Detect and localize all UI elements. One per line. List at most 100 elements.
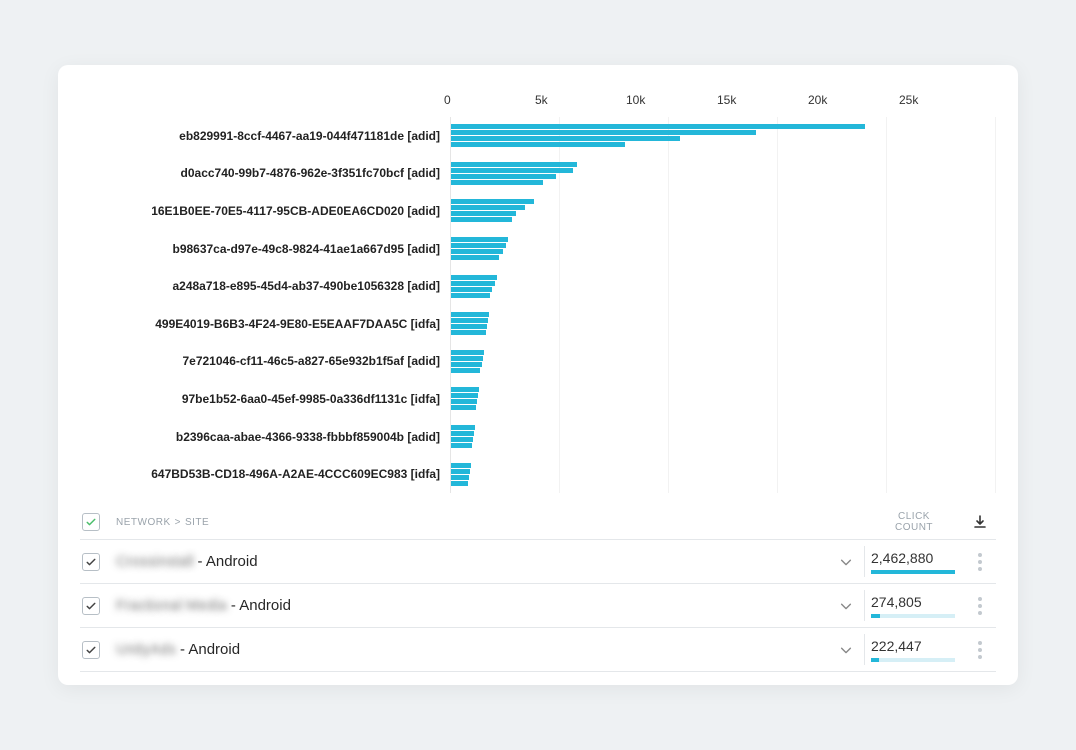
- row-checkbox[interactable]: [82, 597, 100, 615]
- bar: [451, 481, 468, 486]
- y-tick-label: 647BD53B-CD18-496A-A2AE-4CCC609EC983 [id…: [80, 455, 440, 493]
- network-name: UnityAds - Android: [116, 641, 828, 658]
- bar: [451, 405, 476, 410]
- row-checkbox[interactable]: [82, 553, 100, 571]
- expand-row[interactable]: [828, 555, 864, 569]
- check-icon: [85, 516, 97, 528]
- expand-row[interactable]: [828, 643, 864, 657]
- bar: [451, 168, 573, 173]
- click-count-value: 274,805: [871, 594, 922, 610]
- bar: [451, 142, 625, 147]
- bar: [451, 124, 865, 129]
- bar-group: [451, 117, 996, 155]
- download-icon: [972, 514, 988, 530]
- row-menu-button[interactable]: [964, 641, 996, 659]
- bar-group: [451, 380, 996, 418]
- bar: [451, 237, 508, 242]
- check-icon: [85, 600, 97, 612]
- network-name: Fractional Media - Android: [116, 597, 828, 614]
- y-tick-label: b98637ca-d97e-49c8-9824-41ae1a667d95 [ad…: [80, 230, 440, 268]
- bar: [451, 368, 480, 373]
- select-all-checkbox[interactable]: [82, 513, 100, 531]
- bar: [451, 275, 497, 280]
- platform-suffix: - Android: [231, 597, 291, 614]
- table-row: UnityAds - Android 222,447: [80, 628, 996, 672]
- bar: [451, 393, 478, 398]
- y-tick-label: 97be1b52-6aa0-45ef-9985-0a336df1131c [id…: [80, 380, 440, 418]
- table-row: Fractional Media - Android 274,805: [80, 584, 996, 628]
- bar: [451, 205, 525, 210]
- bar: [451, 318, 488, 323]
- x-tick: 20k: [808, 93, 899, 107]
- click-count-value: 222,447: [871, 638, 922, 654]
- x-tick: 25k: [899, 93, 990, 107]
- platform-suffix: - Android: [180, 641, 240, 658]
- bar: [451, 293, 490, 298]
- bar: [451, 243, 506, 248]
- bar: [451, 356, 483, 361]
- breadcrumb: NETWORK > SITE: [116, 517, 828, 528]
- bar: [451, 475, 469, 480]
- bar: [451, 180, 543, 185]
- bar-group: [451, 305, 996, 343]
- x-tick: 10k: [626, 93, 717, 107]
- bar: [451, 162, 577, 167]
- y-axis-labels: eb829991-8ccf-4467-aa19-044f471181de [ad…: [80, 117, 450, 493]
- click-count-cell: 274,805: [864, 590, 964, 621]
- bar: [451, 324, 487, 329]
- x-axis: 0 5k 10k 15k 20k 25k: [80, 93, 996, 117]
- click-count-cell: 2,462,880: [864, 546, 964, 577]
- bar: [451, 249, 503, 254]
- bar-group: [451, 343, 996, 381]
- bar: [451, 362, 482, 367]
- bar: [451, 174, 556, 179]
- breadcrumb-network: NETWORK: [116, 517, 171, 528]
- bar: [451, 312, 489, 317]
- redacted-text: Crossinstall: [116, 553, 194, 570]
- check-icon: [85, 556, 97, 568]
- x-tick: 15k: [717, 93, 808, 107]
- click-count-bar: [871, 658, 955, 662]
- bar-group: [451, 455, 996, 493]
- bar: [451, 387, 479, 392]
- check-icon: [85, 644, 97, 656]
- click-count-header[interactable]: CLICK COUNT: [864, 511, 964, 533]
- bar-group: [451, 155, 996, 193]
- redacted-text: Fractional Media: [116, 597, 227, 614]
- bar: [451, 437, 473, 442]
- y-tick-label: d0acc740-99b7-4876-962e-3f351fc70bcf [ad…: [80, 155, 440, 193]
- bar: [451, 425, 475, 430]
- x-tick: 5k: [535, 93, 626, 107]
- bar: [451, 463, 471, 468]
- breadcrumb-site: SITE: [185, 517, 209, 528]
- row-checkbox[interactable]: [82, 641, 100, 659]
- click-distribution-chart: 0 5k 10k 15k 20k 25k eb829991-8ccf-4467-…: [80, 93, 996, 493]
- report-card: 0 5k 10k 15k 20k 25k eb829991-8ccf-4467-…: [58, 65, 1018, 685]
- click-count-value: 2,462,880: [871, 550, 933, 566]
- download-button[interactable]: [964, 514, 996, 530]
- row-menu-button[interactable]: [964, 597, 996, 615]
- bar-group: [451, 192, 996, 230]
- click-count-cell: 222,447: [864, 634, 964, 665]
- platform-suffix: - Android: [198, 553, 258, 570]
- network-name: Crossinstall - Android: [116, 553, 828, 570]
- y-tick-label: 499E4019-B6B3-4F24-9E80-E5EAAF7DAA5C [id…: [80, 305, 440, 343]
- bar: [451, 281, 495, 286]
- row-menu-button[interactable]: [964, 553, 996, 571]
- bar: [451, 211, 516, 216]
- bar: [451, 199, 534, 204]
- bar: [451, 469, 470, 474]
- bar: [451, 287, 492, 292]
- bar: [451, 130, 756, 135]
- bar-group: [451, 230, 996, 268]
- network-table: NETWORK > SITE CLICK COUNT Crossinstall …: [80, 507, 996, 672]
- bar: [451, 350, 484, 355]
- bar: [451, 443, 472, 448]
- expand-row[interactable]: [828, 599, 864, 613]
- plot-area: [450, 117, 996, 493]
- bar: [451, 136, 680, 141]
- bar: [451, 255, 499, 260]
- chevron-down-icon: [839, 555, 853, 569]
- y-tick-label: 7e721046-cf11-46c5-a827-65e932b1f5af [ad…: [80, 343, 440, 381]
- y-tick-label: a248a718-e895-45d4-ab37-490be1056328 [ad…: [80, 267, 440, 305]
